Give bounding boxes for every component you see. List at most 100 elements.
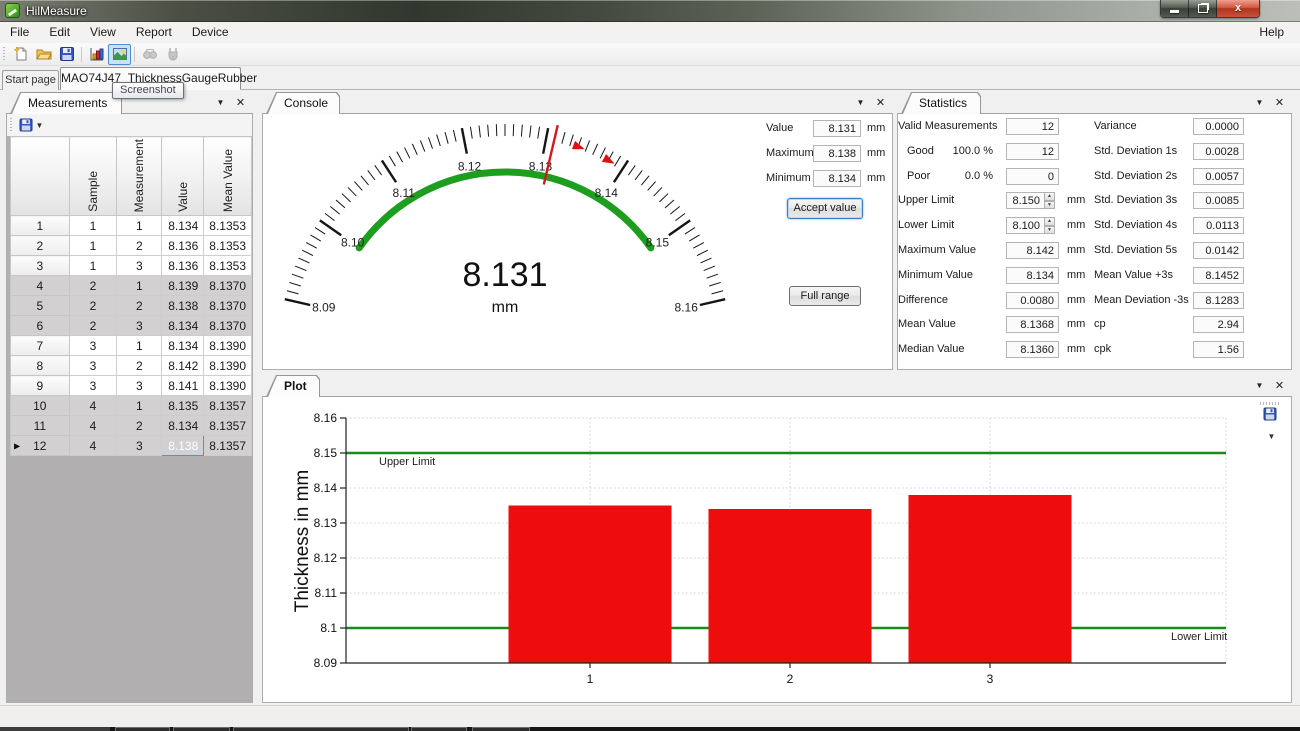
spin-up-icon[interactable]: ▲	[1044, 192, 1055, 201]
grid-cell[interactable]: 8.1357	[204, 416, 252, 436]
grid-cell[interactable]: 3	[69, 336, 117, 356]
statistics-tab[interactable]: Statistics	[901, 92, 981, 114]
spin-down-icon[interactable]: ▼	[1044, 226, 1055, 235]
grid-cell[interactable]: 2	[117, 296, 162, 316]
taskbar-item[interactable]	[115, 727, 170, 731]
export-save-button[interactable]: ▼	[16, 115, 46, 136]
new-document-button[interactable]	[9, 44, 32, 65]
grid-cell[interactable]: 8.1357	[204, 436, 252, 456]
grid-cell[interactable]: 3	[117, 436, 162, 456]
grid-cell[interactable]: 1	[117, 216, 162, 236]
row-header-cell[interactable]: ▶12	[11, 436, 70, 456]
report-chart-button[interactable]	[85, 44, 108, 65]
taskbar-item[interactable]	[173, 727, 230, 731]
pane-close-button[interactable]: ✕	[873, 96, 888, 110]
tab-start-page[interactable]: Start page	[2, 70, 59, 90]
grid-cell[interactable]: 8.1370	[204, 316, 252, 336]
grid-cell[interactable]: 3	[117, 376, 162, 396]
grid-cell[interactable]: 8.1353	[204, 216, 252, 236]
column-header[interactable]: Mean Value	[204, 137, 252, 216]
grid-cell[interactable]: 3	[69, 356, 117, 376]
grid-cell[interactable]: 2	[117, 416, 162, 436]
grid-cell[interactable]: 8.135	[162, 396, 204, 416]
grid-cell[interactable]: 8.142	[162, 356, 204, 376]
row-header-cell[interactable]: 10	[11, 396, 70, 416]
save-button[interactable]	[55, 44, 78, 65]
menu-item-help[interactable]: Help	[1253, 22, 1290, 43]
row-header-cell[interactable]: 11	[11, 416, 70, 436]
grid-cell[interactable]: 3	[117, 316, 162, 336]
grid-cell[interactable]: 8.138	[162, 436, 204, 456]
menu-item-edit[interactable]: Edit	[39, 25, 80, 39]
menu-item-file[interactable]: File	[0, 25, 39, 39]
row-header-cell[interactable]: 8	[11, 356, 70, 376]
pane-close-button[interactable]: ✕	[233, 96, 248, 110]
column-header[interactable]: Measurement	[117, 137, 162, 216]
grid-cell[interactable]: 4	[69, 436, 117, 456]
open-file-button[interactable]	[32, 44, 55, 65]
spin-up-icon[interactable]: ▲	[1044, 217, 1055, 226]
grid-cell[interactable]: 8.138	[162, 296, 204, 316]
full-range-button[interactable]: Full range	[789, 286, 861, 306]
grid-cell[interactable]: 8.1390	[204, 356, 252, 376]
minimize-button[interactable]	[1161, 0, 1189, 17]
close-button[interactable]: x	[1217, 0, 1259, 17]
accept-value-button[interactable]: Accept value	[787, 198, 863, 219]
taskbar-item[interactable]	[472, 727, 530, 731]
toolbar-grip[interactable]	[10, 118, 12, 133]
column-header[interactable]: Value	[162, 137, 204, 216]
row-header-cell[interactable]: 5	[11, 296, 70, 316]
limit-input[interactable]: 8.100	[1006, 217, 1045, 234]
console-tab[interactable]: Console	[266, 92, 340, 114]
column-header[interactable]	[11, 137, 70, 216]
pane-close-button[interactable]: ✕	[1272, 96, 1287, 110]
grid-cell[interactable]: 8.141	[162, 376, 204, 396]
row-header-cell[interactable]: 6	[11, 316, 70, 336]
spin-down-icon[interactable]: ▼	[1044, 201, 1055, 210]
menu-item-view[interactable]: View	[80, 25, 126, 39]
plot-tab[interactable]: Plot	[266, 375, 320, 397]
grid-cell[interactable]: 1	[69, 236, 117, 256]
grid-cell[interactable]: 8.136	[162, 256, 204, 276]
pane-menu-button[interactable]: ▼	[1252, 379, 1267, 393]
grid-cell[interactable]: 2	[69, 276, 117, 296]
spinner-buttons[interactable]: ▲▼	[1044, 192, 1055, 209]
row-header-cell[interactable]: 4	[11, 276, 70, 296]
grid-cell[interactable]: 8.134	[162, 416, 204, 436]
grid-cell[interactable]: 4	[69, 416, 117, 436]
row-header-cell[interactable]: 1	[11, 216, 70, 236]
menu-item-report[interactable]: Report	[126, 25, 182, 39]
toolbar-grip[interactable]	[3, 47, 5, 62]
find-button[interactable]	[138, 44, 161, 65]
limit-input[interactable]: 8.150	[1006, 192, 1045, 209]
grid-cell[interactable]: 8.134	[162, 316, 204, 336]
row-header-cell[interactable]: 7	[11, 336, 70, 356]
screenshot-button[interactable]	[108, 44, 131, 65]
grid-cell[interactable]: 4	[69, 396, 117, 416]
restore-button[interactable]	[1189, 0, 1217, 17]
taskbar-item[interactable]	[0, 727, 110, 731]
taskbar-item[interactable]	[411, 727, 467, 731]
grid-cell[interactable]: 3	[117, 256, 162, 276]
pane-menu-button[interactable]: ▼	[853, 96, 868, 110]
grid-cell[interactable]: 1	[117, 336, 162, 356]
grid-cell[interactable]: 8.1370	[204, 276, 252, 296]
row-header-cell[interactable]: 2	[11, 236, 70, 256]
grid-cell[interactable]: 8.134	[162, 336, 204, 356]
device-connect-button[interactable]	[161, 44, 184, 65]
grid-cell[interactable]: 2	[117, 236, 162, 256]
grid-cell[interactable]: 8.1370	[204, 296, 252, 316]
grid-cell[interactable]: 1	[117, 276, 162, 296]
grid-cell[interactable]: 2	[69, 316, 117, 336]
row-header-cell[interactable]: 3	[11, 256, 70, 276]
grid-cell[interactable]: 8.1353	[204, 256, 252, 276]
grid-cell[interactable]: 2	[117, 356, 162, 376]
toolbar-grip[interactable]	[1260, 402, 1280, 405]
menu-item-device[interactable]: Device	[182, 25, 239, 39]
row-header-cell[interactable]: 9	[11, 376, 70, 396]
grid-cell[interactable]: 8.1357	[204, 396, 252, 416]
grid-cell[interactable]: 8.139	[162, 276, 204, 296]
grid-cell[interactable]: 1	[117, 396, 162, 416]
pane-menu-button[interactable]: ▼	[1252, 96, 1267, 110]
taskbar-item[interactable]	[233, 727, 409, 731]
